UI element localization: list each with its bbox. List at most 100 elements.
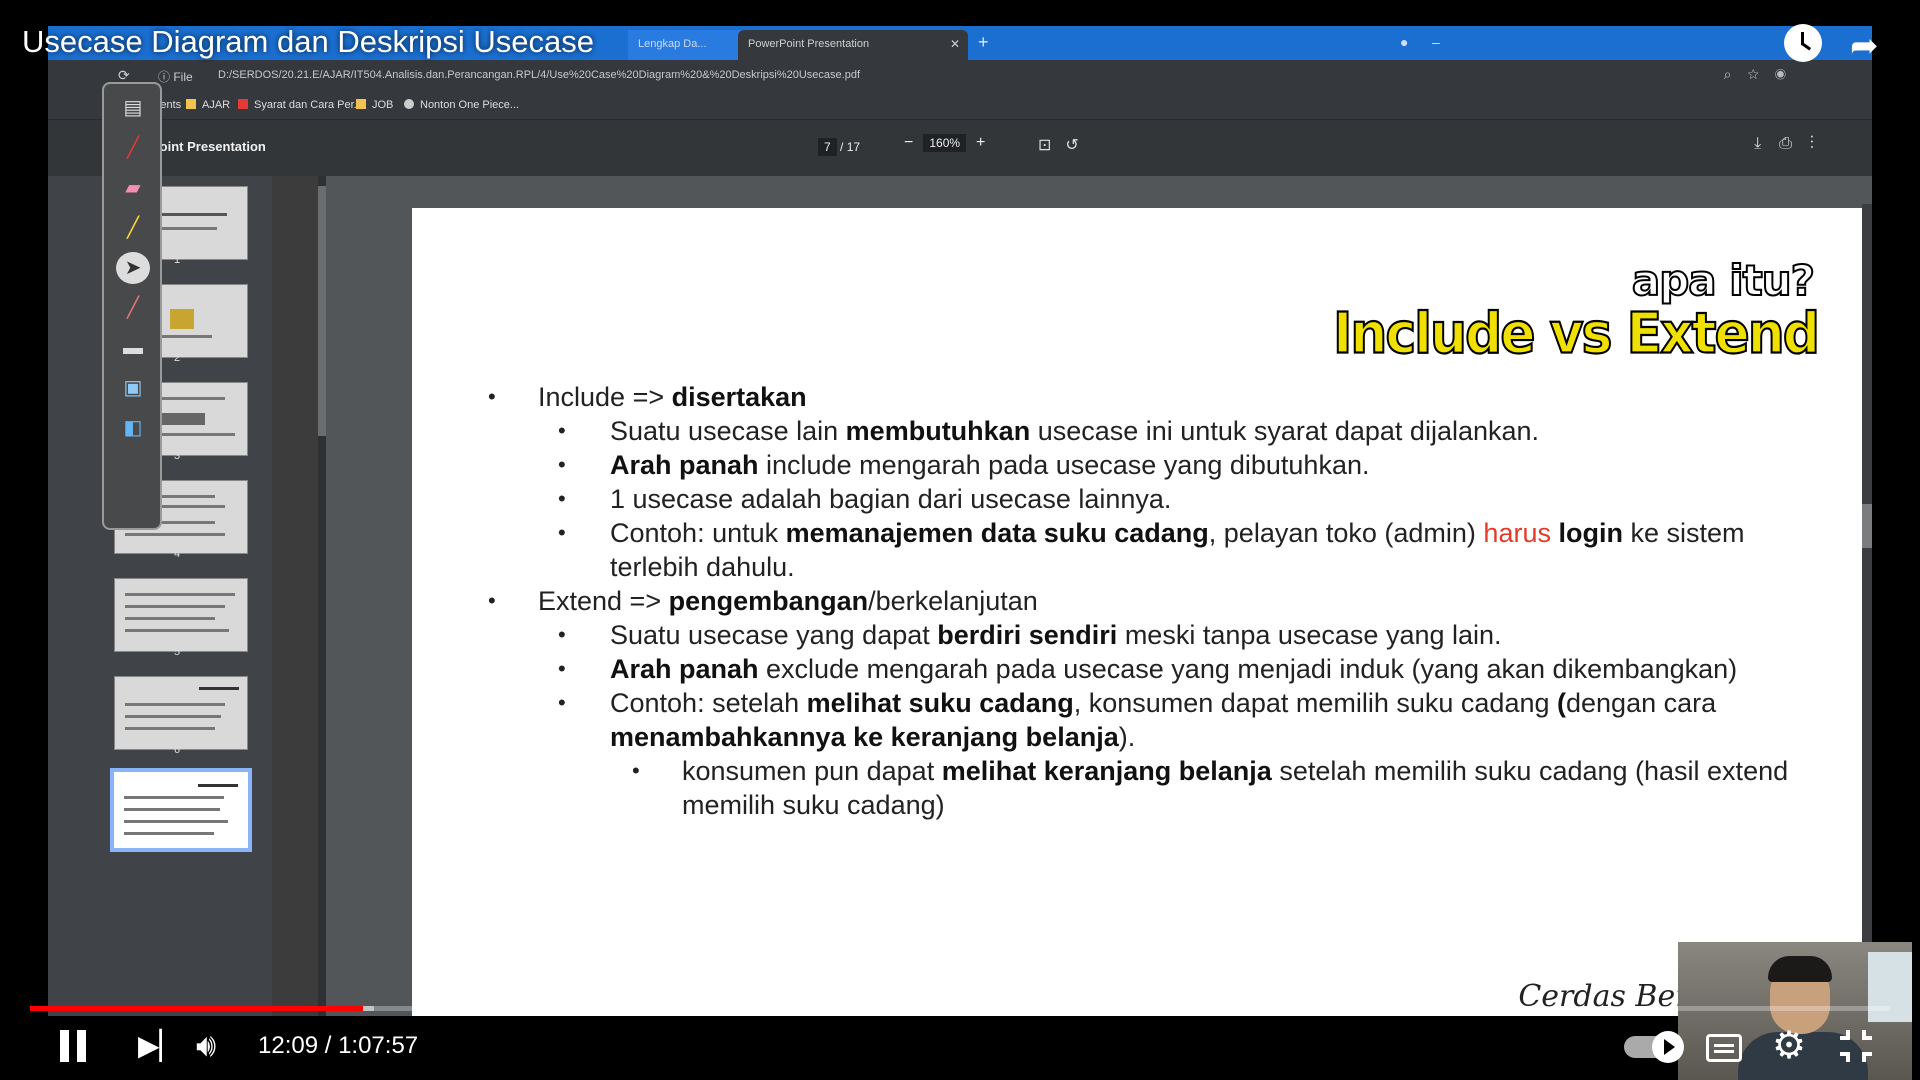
download-icon[interactable]: ⤓ [1754, 135, 1779, 152]
bullet-extend: • Extend => pengembangan/berkelanjutan [488, 586, 1038, 616]
video-progress-bar[interactable] [30, 1006, 1890, 1011]
bullet-include-item: • Suatu usecase lain membutuhkan usecase … [558, 416, 1540, 446]
page-thumbnail[interactable] [114, 578, 248, 652]
text: Contoh: untuk [610, 518, 786, 548]
bookmark-item[interactable]: Nonton One Piece... [404, 99, 519, 111]
bookmark-item[interactable]: AJAR [186, 99, 230, 111]
zoom-level[interactable]: 160% [923, 134, 967, 152]
page-number-input[interactable]: 7 [818, 138, 837, 156]
site-info[interactable]: ⓘ File [158, 68, 193, 85]
text: ). [1118, 722, 1136, 752]
globe-icon [404, 99, 414, 109]
page-total: / 17 [840, 140, 861, 154]
thumbnail-number: 3 [174, 450, 181, 462]
text-bold: login [1558, 518, 1623, 548]
volume-button[interactable]: 🔊︎ [196, 1028, 216, 1062]
bookmark-item[interactable]: JOB [356, 99, 393, 111]
address-actions: ⌕☆◉ [1724, 66, 1802, 83]
watch-later-icon[interactable] [1784, 24, 1822, 62]
view-controls: ⊡↺ [1038, 135, 1093, 155]
exit-fullscreen-button[interactable] [1840, 1030, 1872, 1062]
video-title[interactable]: Usecase Diagram dan Deskripsi Usecase [22, 24, 594, 60]
text: , konsumen dapat memilih suku cadang [1073, 688, 1557, 718]
scrollbar-thumb[interactable] [1862, 504, 1872, 548]
pause-button[interactable] [60, 1030, 88, 1062]
cursor-icon[interactable]: ➤ [116, 252, 150, 284]
star-icon[interactable]: ☆ [1747, 66, 1774, 82]
bullet-include: • Include => disertakan [488, 382, 807, 412]
fit-page-icon[interactable]: ⊡ [1038, 137, 1065, 154]
page-thumbnail-selected[interactable] [110, 768, 252, 852]
page-indicator: 7 / 17 [818, 138, 860, 156]
settings-gear-icon[interactable]: ⚙ [1772, 1026, 1806, 1066]
next-button[interactable]: ▶▏ [138, 1032, 181, 1060]
thumbnail-number: 5 [174, 646, 181, 658]
profile-icon[interactable]: ◉ [1775, 66, 1802, 82]
text: Include => [538, 382, 672, 412]
pdf-toolbar: PowerPoint Presentation 7 / 17 −160% + ⊡↺… [48, 120, 1872, 176]
scrollbar-thumb[interactable] [318, 186, 326, 436]
played-bar [30, 1006, 363, 1011]
thumbnail-scrollbar[interactable] [318, 176, 326, 1016]
thumbnail-number: 4 [174, 548, 181, 560]
minimize-icon[interactable]: – [1432, 34, 1440, 50]
text: dengan cara [1566, 688, 1717, 718]
text: usecase ini untuk syarat dapat dijalanka… [1030, 416, 1540, 446]
folder-icon [186, 99, 196, 109]
rotate-icon[interactable]: ↺ [1065, 137, 1092, 154]
bookmark-item[interactable]: Syarat dan Cara Per... [238, 99, 363, 111]
play-icon [1652, 1031, 1684, 1063]
presenter-hair [1768, 956, 1832, 982]
autoplay-toggle[interactable] [1624, 1031, 1684, 1063]
document-scrollbar[interactable] [1862, 204, 1872, 1016]
time-display: 12:09 / 1:07:57 [258, 1032, 419, 1059]
youtube-icon [238, 99, 248, 109]
ruler-icon[interactable]: ▬ [116, 332, 150, 364]
text: 1 usecase adalah bagian dari usecase lai… [610, 484, 1172, 514]
bookmark-label: Nonton One Piece... [420, 99, 520, 111]
close-icon[interactable]: ✕ [950, 37, 960, 51]
text-bold: membutuhkan [845, 416, 1031, 446]
text: Contoh: setelah [610, 688, 807, 718]
laser-icon[interactable]: ╱ [116, 292, 150, 324]
tab-label: Lengkap Da... [638, 38, 707, 50]
thumbnail-number: 1 [174, 254, 181, 266]
slide-heading: Include vs Extend [1332, 301, 1821, 368]
bullet-extend-example: • Contoh: setelah melihat suku cadang, ko… [558, 688, 1717, 752]
pen-icon[interactable]: ╱ [116, 132, 150, 164]
subtitles-button[interactable] [1706, 1034, 1742, 1062]
text-bold: pengembangan [668, 586, 869, 616]
record-icon[interactable]: ● [1400, 34, 1408, 50]
page-thumbnail[interactable] [114, 676, 248, 750]
address-bar: ⟳ ⓘ File D:/SERDOS/20.21.E/AJAR/IT504.An… [48, 60, 1872, 92]
text-bold: ( [1557, 688, 1566, 718]
thumbnail-number: 6 [174, 744, 181, 756]
browser-tab-active[interactable]: PowerPoint Presentation ✕ [738, 30, 968, 60]
zoom-icon[interactable]: ⌕ [1724, 66, 1748, 82]
video-frame[interactable]: Lengkap Da... ✕ PowerPoint Presentation … [48, 26, 1872, 1016]
text: meski tanpa usecase yang lain. [1117, 620, 1502, 650]
text: Suatu usecase lain [610, 416, 846, 446]
text: konsumen pun dapat [682, 756, 942, 786]
screen-icon[interactable]: ▣ [116, 372, 150, 404]
pdf-viewport: apa itu? Include vs Extend • Include => d… [326, 176, 1872, 1016]
new-tab-icon[interactable]: + [978, 32, 989, 53]
zoom-in-icon[interactable]: + [976, 134, 985, 151]
text-bold: Arah panah [610, 654, 759, 684]
pdf-page: apa itu? Include vs Extend • Include => d… [412, 208, 1872, 1016]
text-bold: melihat keranjang belanja [941, 756, 1272, 786]
url-field[interactable]: D:/SERDOS/20.21.E/AJAR/IT504.Analisis.da… [218, 69, 860, 81]
text: include mengarah pada usecase yang dibut… [758, 450, 1370, 480]
webcam-shelf [1868, 952, 1912, 1022]
highlighter-icon[interactable]: ╱ [116, 212, 150, 244]
zoom-controls: −160% + [904, 134, 985, 152]
capture-icon[interactable]: ◧ [116, 412, 150, 444]
more-icon[interactable]: ⋮ [1810, 135, 1832, 152]
thumbnail-number: 2 [174, 352, 181, 364]
folder-icon [356, 99, 366, 109]
eraser-icon[interactable]: ▰ [116, 172, 150, 204]
whiteboard-icon[interactable]: ▤ [116, 92, 150, 124]
print-icon[interactable]: ⎙ [1779, 135, 1810, 152]
share-icon[interactable]: ➦ [1850, 26, 1879, 66]
zoom-out-icon[interactable]: − [904, 134, 913, 151]
